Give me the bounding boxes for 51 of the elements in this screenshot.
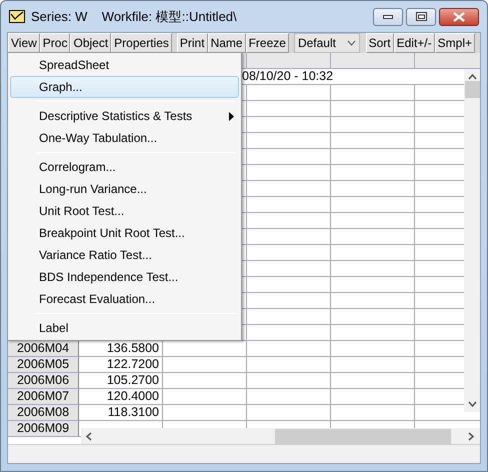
submenu-arrow-icon (229, 112, 234, 120)
minimize-button[interactable] (373, 8, 403, 26)
toolbar-button[interactable]: Print (176, 33, 208, 53)
scroll-left-icon[interactable] (86, 432, 92, 440)
row-label[interactable]: 2006M06 (8, 373, 79, 389)
toolbar-button[interactable]: Proc (40, 33, 70, 53)
row-label[interactable]: 2006M05 (8, 357, 79, 373)
menu-item[interactable]: Graph... (10, 76, 239, 98)
maximize-icon (416, 12, 426, 21)
toolbar-button[interactable]: Edit+/- (394, 33, 435, 53)
menu-item[interactable]: Long-run Variance... (10, 178, 239, 200)
menu-item[interactable]: SpreadSheet (10, 54, 239, 76)
menu-item[interactable]: Label (10, 317, 239, 339)
chevron-icon (346, 40, 356, 46)
menu-item[interactable]: Unit Root Test... (10, 200, 239, 222)
toolbar-button[interactable]: Object (70, 33, 112, 53)
scroll-thumb[interactable] (464, 81, 480, 98)
row-label[interactable]: 2006M07 (8, 389, 79, 405)
toolbar-button[interactable]: Sort (366, 33, 394, 53)
menu-item[interactable]: BDS Independence Test... (10, 266, 239, 288)
toolbar-button[interactable]: Smpl+ (434, 33, 475, 53)
horizontal-scrollbar[interactable] (81, 428, 480, 444)
row-label[interactable]: 2006M04 (8, 341, 79, 357)
scroll-up-icon[interactable] (468, 74, 476, 80)
vertical-scrollbar[interactable] (464, 69, 480, 412)
close-icon (453, 12, 465, 22)
menu-item[interactable]: Forecast Evaluation... (10, 288, 239, 310)
table-cell: 120.4000 (79, 389, 163, 405)
table-cell: 105.2700 (79, 373, 163, 389)
menu-item[interactable]: Variance Ratio Test... (10, 244, 239, 266)
menu-item[interactable]: One-Way Tabulation... (10, 127, 239, 149)
minimize-icon (383, 14, 393, 18)
table-cell: 122.7200 (79, 357, 163, 373)
toolbar-button[interactable]: Freeze (246, 33, 289, 53)
menu-item[interactable]: Breakpoint Unit Root Test... (10, 222, 239, 244)
toolbar-button[interactable]: Properties (111, 33, 172, 53)
row-label[interactable]: 2006M09 (8, 421, 79, 437)
toolbar-button[interactable]: Name (208, 33, 246, 53)
close-button[interactable] (439, 8, 479, 26)
maximize-button[interactable] (406, 8, 436, 26)
scroll-down-icon[interactable] (468, 401, 476, 407)
table-cell: 118.3100 (79, 405, 163, 421)
view-dropdown[interactable]: Default (294, 33, 360, 53)
chart-icon (9, 10, 25, 23)
menu-item[interactable]: Correlogram... (10, 156, 239, 178)
scroll-right-icon[interactable] (468, 432, 474, 440)
row-label[interactable]: 2006M08 (8, 405, 79, 421)
window-title: Series: W Workfile: 模型::Untitled\ (31, 8, 237, 26)
toolbar-button[interactable]: View (8, 33, 40, 53)
scroll-thumb[interactable] (275, 428, 451, 444)
menu-item[interactable]: Descriptive Statistics & Tests (10, 105, 239, 127)
